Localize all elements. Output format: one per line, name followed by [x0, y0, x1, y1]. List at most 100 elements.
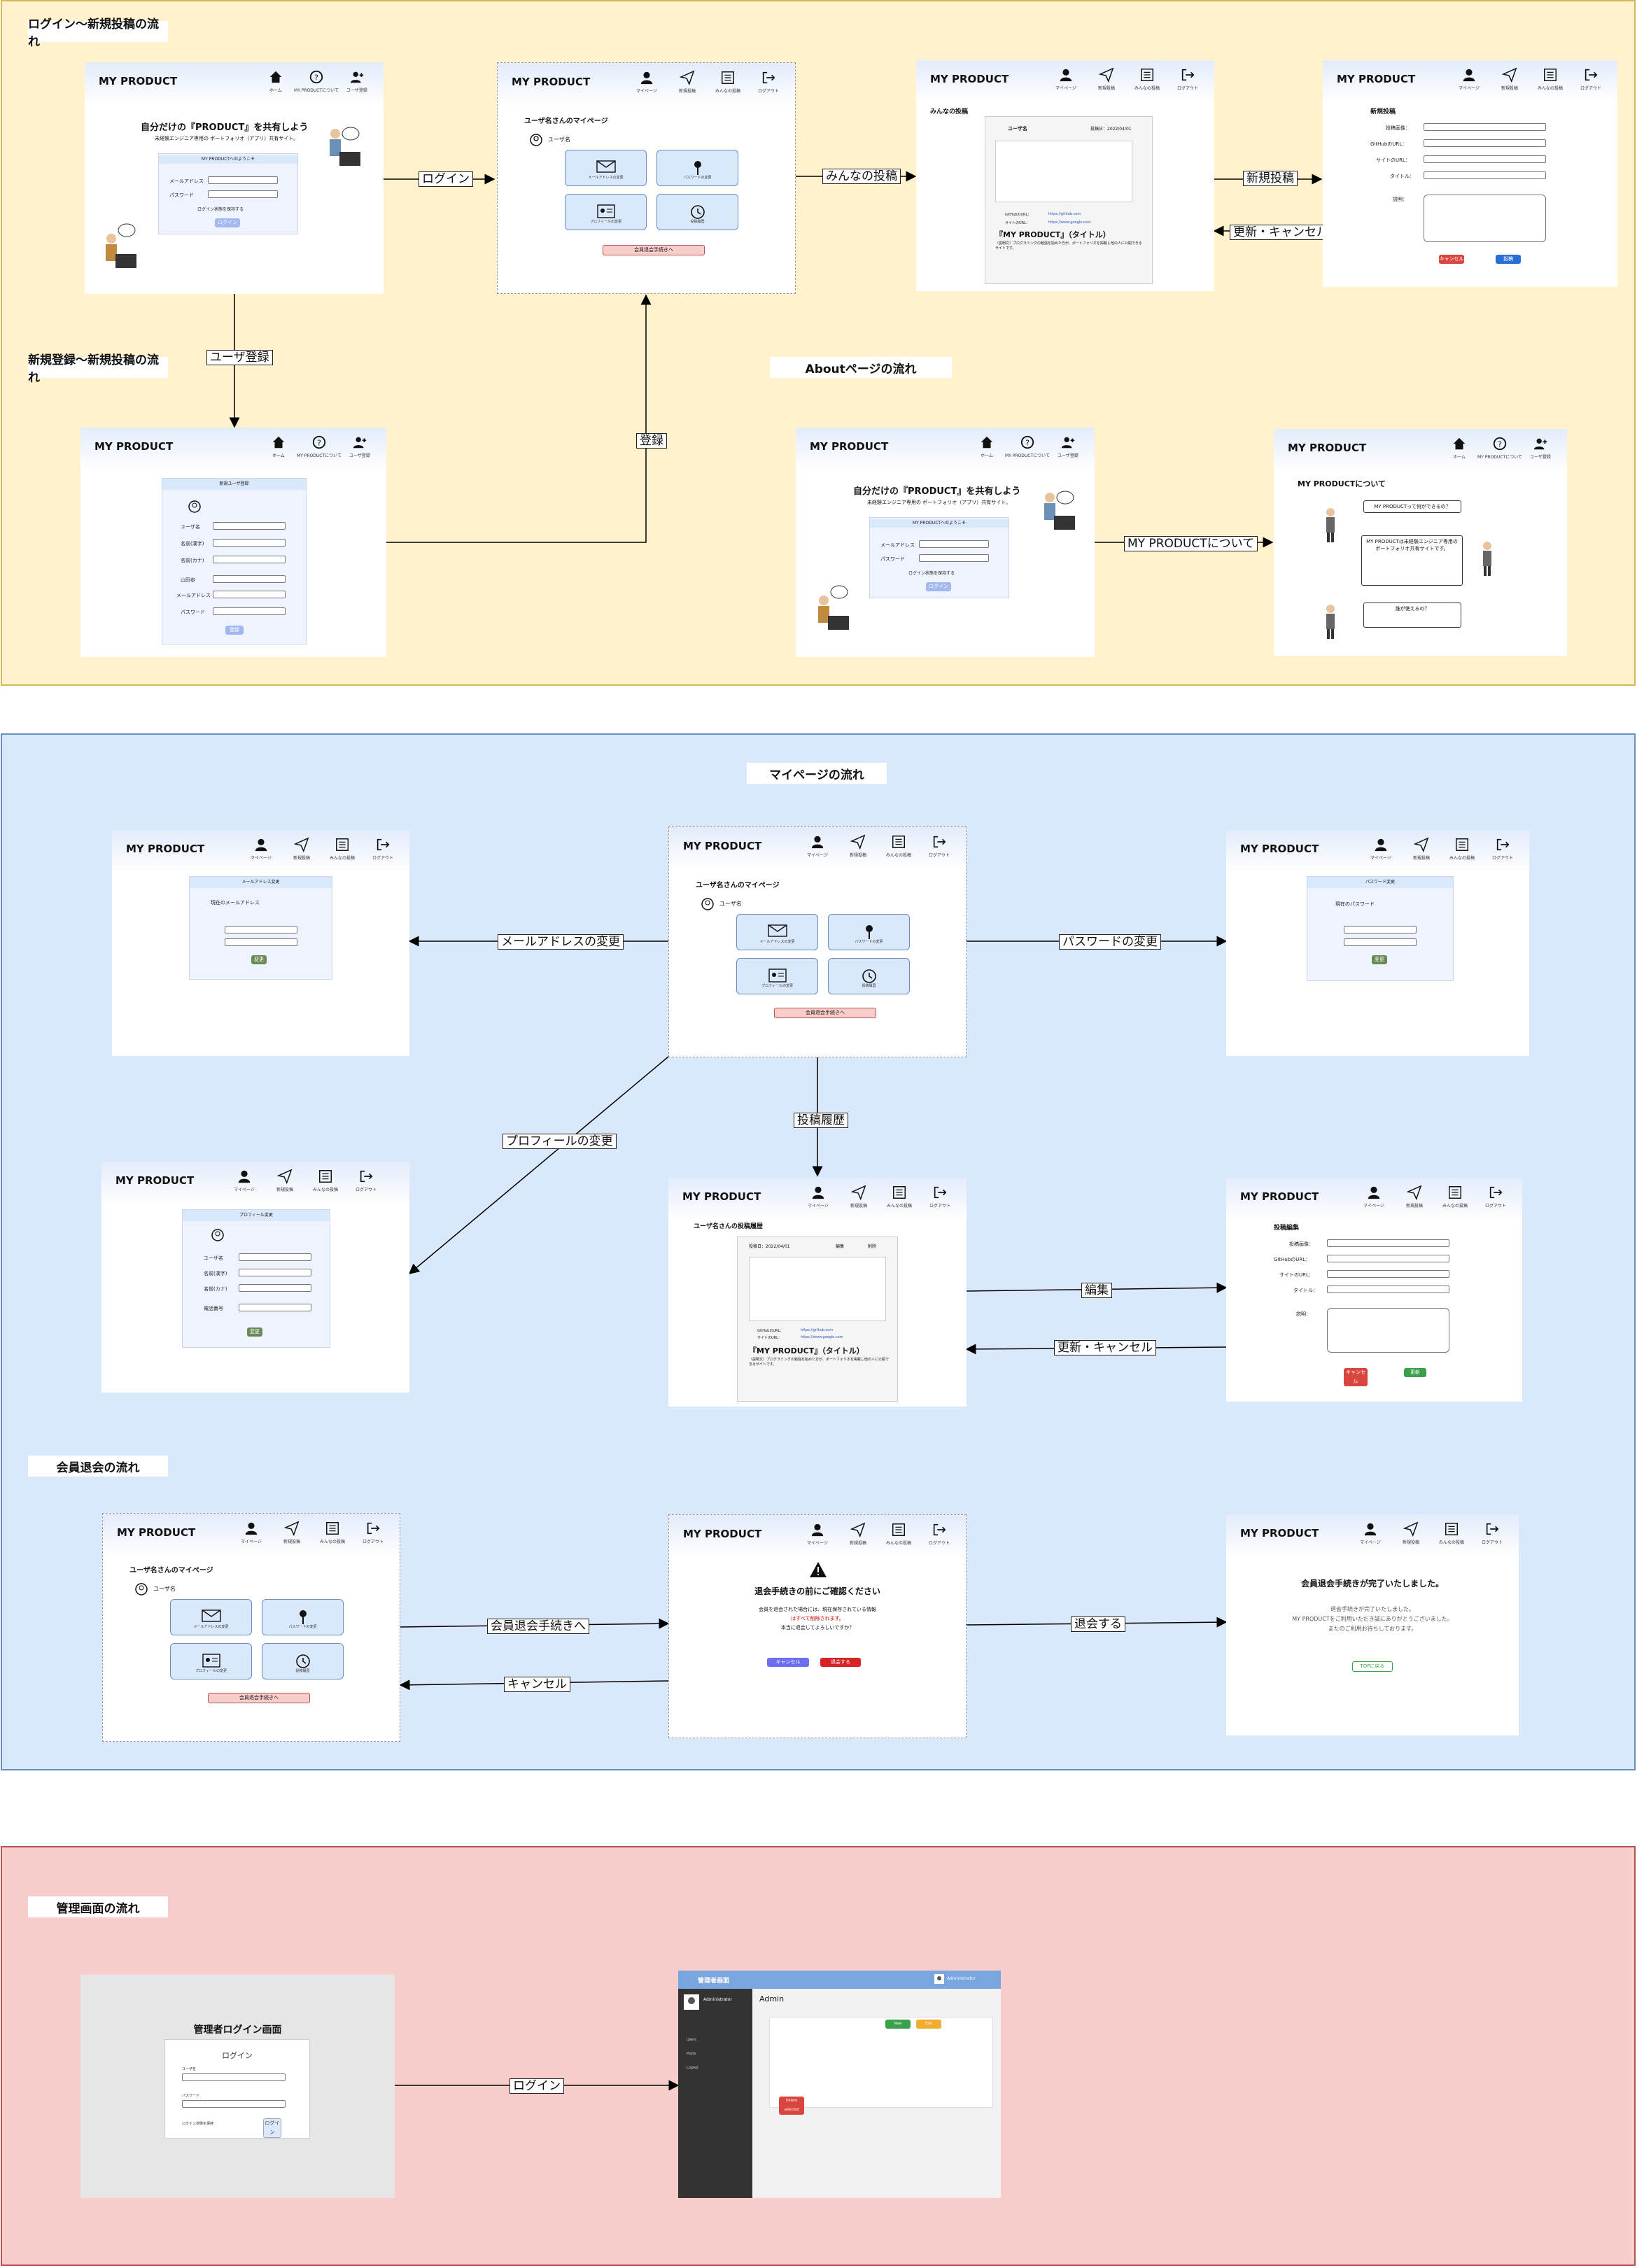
- email-change-button[interactable]: 変更: [251, 955, 267, 964]
- nav-all-posts[interactable]: みんなの投稿: [1440, 1185, 1470, 1209]
- password-change-button[interactable]: 変更: [1372, 955, 1387, 964]
- menu-users[interactable]: Users: [687, 2038, 696, 2042]
- nav-logout[interactable]: ログアウト: [358, 1521, 388, 1544]
- nav-mypage[interactable]: マイページ: [803, 1185, 834, 1209]
- nav-new-post[interactable]: 新規投稿: [1091, 67, 1122, 91]
- nav-new-post[interactable]: 新規投稿: [1494, 67, 1525, 91]
- confirm-password-field[interactable]: [1344, 938, 1417, 946]
- username-field[interactable]: [239, 1253, 311, 1261]
- description-input[interactable]: [1327, 1308, 1449, 1353]
- nav-new-post[interactable]: 新規投稿: [1396, 1521, 1426, 1545]
- submit-button[interactable]: 投稿: [1496, 255, 1521, 264]
- password-field[interactable]: [919, 554, 989, 562]
- nav-all-posts[interactable]: みんなの投稿: [327, 837, 358, 861]
- update-button[interactable]: 更新: [1404, 1368, 1426, 1377]
- withdraw-button[interactable]: 会員退会手続きへ: [208, 1693, 310, 1703]
- card-post-history[interactable]: 投稿履歴: [828, 958, 910, 994]
- login-button[interactable]: ログイン: [215, 218, 240, 227]
- nav-all-posts[interactable]: みんなの投稿: [317, 1521, 348, 1544]
- cancel-button[interactable]: キャンセル: [767, 1658, 809, 1667]
- cancel-button[interactable]: キャンセル: [1439, 255, 1464, 264]
- nav-all-posts[interactable]: みんなの投稿: [1535, 67, 1566, 91]
- nav-all-posts[interactable]: みんなの投稿: [310, 1169, 341, 1192]
- name-kana-field[interactable]: [213, 556, 286, 563]
- nav-new-post[interactable]: 新規投稿: [276, 1521, 307, 1544]
- nav-mypage[interactable]: マイページ: [229, 1169, 260, 1192]
- email-field[interactable]: [208, 176, 278, 184]
- card-post-history[interactable]: 投稿履歴: [262, 1643, 344, 1679]
- title-input[interactable]: [1327, 1286, 1449, 1293]
- nav-all-posts[interactable]: みんなの投稿: [1447, 837, 1477, 861]
- nav-home[interactable]: ホーム: [1444, 436, 1475, 460]
- nav-mypage[interactable]: マイページ: [1365, 837, 1396, 861]
- card-email-change[interactable]: メールアドレスの変更: [170, 1599, 252, 1635]
- nav-mypage[interactable]: マイページ: [1454, 67, 1484, 91]
- nav-logout[interactable]: ログアウト: [367, 837, 398, 861]
- nav-signup[interactable]: ユーザ登録: [344, 435, 375, 458]
- username-field[interactable]: [213, 522, 286, 530]
- nav-mypage[interactable]: マイページ: [246, 837, 276, 861]
- image-input[interactable]: [1327, 1239, 1449, 1247]
- password-field[interactable]: [208, 190, 278, 198]
- nav-home[interactable]: ホーム: [971, 435, 1002, 458]
- cancel-button[interactable]: キャンセル: [1344, 1368, 1368, 1386]
- nav-about[interactable]: ? MY PRODUCTについて: [1477, 436, 1522, 460]
- card-profile-change[interactable]: プロフィールの変更: [565, 194, 647, 230]
- remember-checkbox[interactable]: ログイン状態を保持する: [197, 206, 244, 212]
- confirm-email-field[interactable]: [225, 938, 297, 946]
- github-input[interactable]: [1424, 139, 1546, 147]
- github-link[interactable]: https://github.com: [1048, 212, 1081, 216]
- nav-all-posts[interactable]: みんなの投稿: [1436, 1521, 1467, 1545]
- confirm-withdraw-button[interactable]: 退会する: [820, 1658, 861, 1667]
- withdraw-button[interactable]: 会員退会手続きへ: [774, 1008, 876, 1018]
- nav-logout[interactable]: ログアウト: [753, 70, 784, 94]
- add-button[interactable]: New: [885, 2020, 911, 2029]
- card-password-change[interactable]: パスワードの変更: [828, 914, 910, 950]
- site-input[interactable]: [1327, 1270, 1449, 1278]
- site-link[interactable]: https://www.google.com: [1048, 220, 1091, 225]
- card-email-change[interactable]: メールアドレスの変更: [736, 914, 818, 950]
- delete-link[interactable]: 削除: [868, 1243, 876, 1249]
- image-input[interactable]: [1424, 123, 1546, 131]
- nav-new-post[interactable]: 新規投稿: [286, 837, 317, 861]
- menu-logout[interactable]: Logout: [687, 2066, 698, 2070]
- nav-new-post[interactable]: 新規投稿: [843, 1185, 874, 1209]
- nav-about[interactable]: ? MY PRODUCTについて: [294, 69, 339, 93]
- card-email-change[interactable]: メールアドレスの変更: [565, 150, 647, 186]
- card-profile-change[interactable]: プロフィールの変更: [170, 1643, 252, 1679]
- delete-button[interactable]: Delete selected: [779, 2097, 804, 2115]
- password-field[interactable]: [213, 607, 286, 615]
- admin-user-field[interactable]: [182, 2073, 286, 2081]
- description-input[interactable]: [1424, 195, 1546, 242]
- nav-new-post[interactable]: 新規投稿: [269, 1169, 300, 1192]
- new-password-field[interactable]: [1344, 926, 1417, 934]
- top-link[interactable]: TOPに戻る: [1352, 1661, 1393, 1672]
- nav-home[interactable]: ホーム: [263, 435, 294, 458]
- profile-change-button[interactable]: 変更: [247, 1327, 262, 1337]
- nav-logout[interactable]: ログアウト: [1575, 67, 1606, 91]
- nav-logout[interactable]: ログアウト: [351, 1169, 381, 1192]
- nav-signup[interactable]: ユーザ登録: [1053, 435, 1083, 458]
- nav-all-posts[interactable]: みんなの投稿: [883, 1522, 914, 1546]
- card-post-history[interactable]: 投稿履歴: [656, 194, 738, 230]
- nav-mypage[interactable]: マイページ: [1051, 67, 1081, 91]
- nav-new-post[interactable]: 新規投稿: [672, 70, 703, 94]
- nav-mypage[interactable]: マイページ: [236, 1521, 267, 1544]
- menu-posts[interactable]: Posts: [687, 2052, 696, 2056]
- new-email-field[interactable]: [225, 926, 297, 934]
- nav-logout[interactable]: ログアウト: [924, 834, 955, 858]
- nav-all-posts[interactable]: みんなの投稿: [1132, 67, 1162, 91]
- nav-signup[interactable]: ユーザ登録: [342, 69, 372, 93]
- phone-field[interactable]: [239, 1304, 311, 1311]
- nav-new-post[interactable]: 新規投稿: [843, 834, 873, 858]
- nav-signup[interactable]: ユーザ登録: [1525, 436, 1556, 460]
- nav-mypage[interactable]: マイページ: [1355, 1521, 1386, 1545]
- name-kanji-field[interactable]: [239, 1269, 311, 1276]
- nav-logout[interactable]: ログアウト: [1487, 837, 1518, 861]
- nav-all-posts[interactable]: みんなの投稿: [884, 1185, 915, 1209]
- nav-logout[interactable]: ログアウト: [924, 1522, 955, 1546]
- edit-link[interactable]: 編集: [836, 1243, 844, 1249]
- email-field[interactable]: [213, 591, 286, 598]
- title-input[interactable]: [1424, 171, 1546, 179]
- nav-home[interactable]: ホーム: [260, 69, 291, 93]
